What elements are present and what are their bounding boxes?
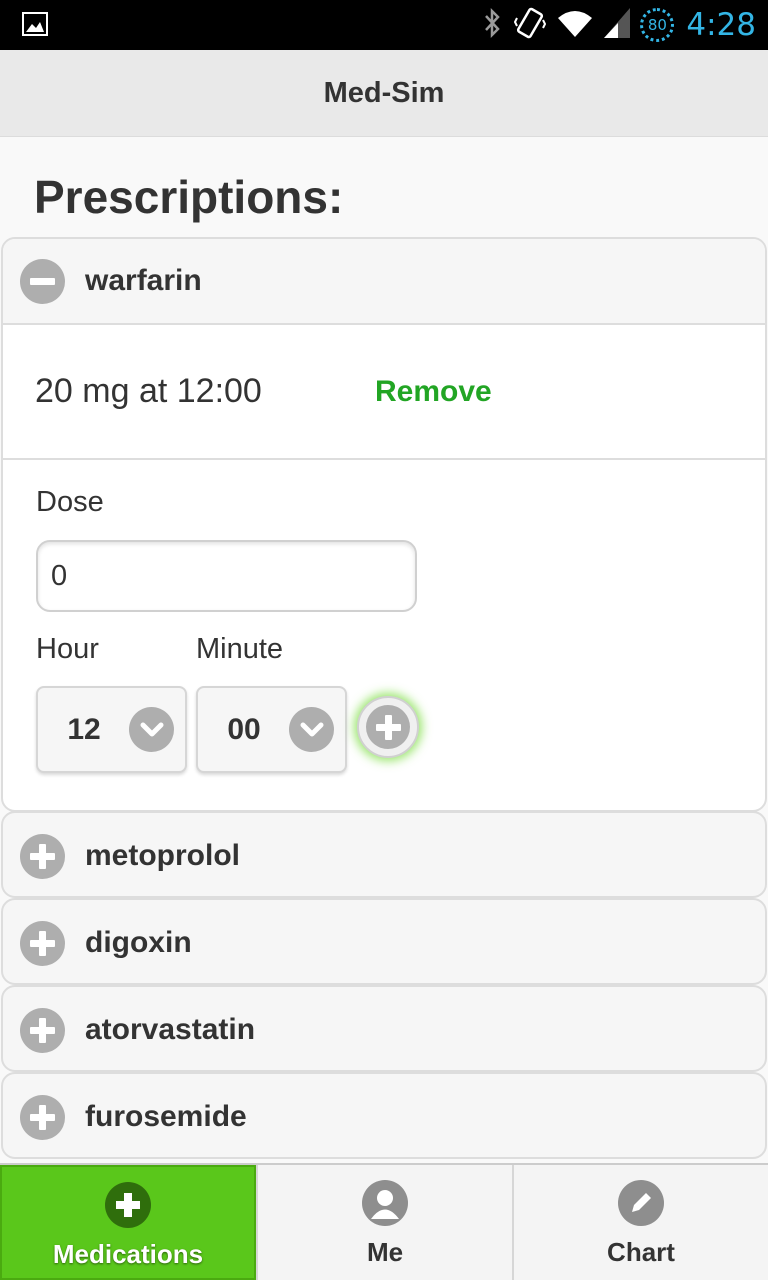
collapsible-header[interactable]: digoxin — [3, 900, 765, 986]
medication-name: warfarin — [85, 264, 202, 297]
vibrate-icon — [514, 6, 547, 45]
user-icon — [362, 1180, 408, 1226]
signal-icon — [604, 7, 631, 43]
clock: 4:28 — [686, 7, 756, 43]
bluetooth-icon — [480, 7, 504, 44]
bottom-nav: Medications Me Chart — [0, 1163, 768, 1280]
hour-select[interactable]: 12 — [36, 686, 187, 773]
dose-label: Dose — [36, 486, 104, 518]
medication-name: furosemide — [85, 1100, 247, 1133]
collapsible-header[interactable]: atorvastatin — [3, 987, 765, 1073]
remove-link[interactable]: Remove — [375, 375, 492, 409]
minus-icon — [20, 258, 65, 304]
dose-value: 0 — [51, 559, 68, 592]
app-title: Med-Sim — [323, 76, 445, 109]
wifi-icon — [556, 8, 594, 43]
medication-name: atorvastatin — [85, 1013, 256, 1046]
collapsible-header-warfarin[interactable]: warfarin — [3, 239, 765, 325]
nav-label: Me — [366, 1237, 404, 1267]
nav-medications[interactable]: Medications — [0, 1165, 256, 1280]
plus-icon — [20, 920, 65, 966]
medication-panel-atorvastatin[interactable]: atorvastatin — [1, 985, 767, 1072]
plus-icon — [20, 833, 65, 879]
nav-label: Chart — [607, 1237, 675, 1267]
image-icon — [22, 12, 48, 41]
add-prescription-form: Dose 0 Hour Minute 12 00 — [3, 460, 765, 810]
app-header: Med-Sim — [0, 50, 768, 137]
nav-label: Medications — [52, 1239, 204, 1269]
plus-icon — [105, 1182, 151, 1228]
hour-value: 12 — [67, 712, 101, 746]
minute-select[interactable]: 00 — [196, 686, 347, 773]
plus-icon — [20, 1094, 65, 1140]
prescription-text: 20 mg at 12:00 — [35, 372, 262, 410]
nav-me[interactable]: Me — [256, 1165, 512, 1280]
minute-label: Minute — [196, 633, 284, 665]
prescription-row: 20 mg at 12:00 Remove — [3, 325, 765, 460]
chevron-down-icon — [129, 707, 174, 752]
collapsible-header[interactable]: furosemide — [3, 1074, 765, 1160]
chevron-down-icon — [289, 707, 334, 752]
medication-panel-metoprolol[interactable]: metoprolol — [1, 811, 767, 898]
hour-label: Hour — [36, 633, 99, 665]
plus-icon — [366, 705, 410, 749]
minute-value: 00 — [227, 712, 261, 746]
pencil-icon — [618, 1180, 664, 1226]
medication-panel-furosemide[interactable]: furosemide — [1, 1072, 767, 1159]
add-dose-button[interactable] — [357, 696, 419, 758]
page-title: Prescriptions: — [34, 171, 344, 223]
dose-input[interactable]: 0 — [36, 540, 417, 612]
collapsible-header[interactable]: metoprolol — [3, 813, 765, 899]
battery-icon: 80 — [640, 8, 675, 42]
plus-icon — [20, 1007, 65, 1053]
medication-name: digoxin — [85, 926, 192, 959]
status-bar: 80 4:28 — [0, 0, 768, 50]
nav-chart[interactable]: Chart — [512, 1165, 768, 1280]
medication-name: metoprolol — [85, 839, 240, 872]
battery-level: 80 — [647, 16, 667, 34]
medication-panel-warfarin: warfarin 20 mg at 12:00 Remove Dose 0 Ho… — [1, 237, 767, 812]
medication-panel-digoxin[interactable]: digoxin — [1, 898, 767, 985]
